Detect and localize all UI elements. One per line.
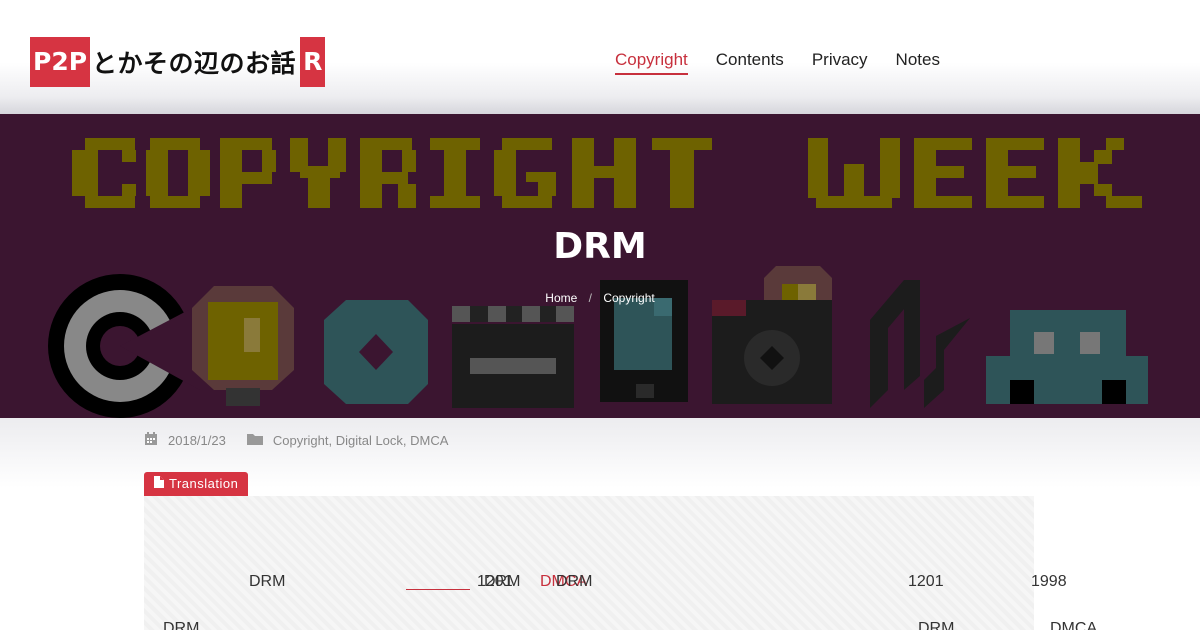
folder-icon <box>246 432 263 449</box>
breadcrumb-current[interactable]: Copyright <box>603 291 654 305</box>
copyright-week-pixel-text <box>72 138 1142 208</box>
document-icon <box>154 472 164 496</box>
logo-text: とかその辺のお話 <box>92 49 297 78</box>
body-fragment: 1998 <box>1031 573 1067 590</box>
body-fragment: DRM <box>556 573 593 590</box>
site-logo[interactable]: P2P とかその辺のお話 R <box>30 37 326 87</box>
translation-badge: Translation <box>144 472 249 496</box>
nav-item-privacy[interactable]: Privacy <box>812 50 868 75</box>
clapperboard-icon <box>452 306 574 408</box>
body-fragment: 1201 <box>908 573 944 590</box>
translation-panel <box>144 496 1034 630</box>
nav-item-notes[interactable]: Notes <box>896 50 940 75</box>
breadcrumb: Home / Copyright <box>0 291 1200 305</box>
translation-label: Translation <box>169 476 239 491</box>
post-date: 2018/1/23 <box>168 433 226 448</box>
body-fragment: DRM <box>918 620 955 630</box>
post-meta: 2018/1/23 Copyright, Digital Lock, DMCA <box>144 432 448 449</box>
body-fragment: DMCA <box>1050 620 1098 630</box>
logo-badge-left: P2P <box>30 37 91 87</box>
post-categories[interactable]: Copyright, Digital Lock, DMCA <box>273 433 449 448</box>
camera-icon <box>712 266 832 404</box>
body-fragment: DRM <box>249 573 286 590</box>
body-fragment: DRM <box>484 573 521 590</box>
hero-banner: DRM Home / Copyright <box>0 114 1200 418</box>
nav-item-copyright[interactable]: Copyright <box>615 50 688 75</box>
site-header: P2P とかその辺のお話 R Copyright Contents Privac… <box>0 0 1200 114</box>
breadcrumb-home[interactable]: Home <box>545 291 577 305</box>
nav-item-contents[interactable]: Contents <box>716 50 784 75</box>
breadcrumb-separator: / <box>588 291 592 305</box>
page-title: DRM <box>553 226 647 267</box>
logo-badge-right: R <box>300 37 326 87</box>
car-icon <box>986 310 1148 404</box>
body-fragment: DRM <box>163 620 200 630</box>
link-underline <box>406 589 470 590</box>
disc-icon <box>324 300 428 404</box>
main-nav: Copyright Contents Privacy Notes <box>615 50 940 75</box>
calendar-icon <box>144 432 158 449</box>
